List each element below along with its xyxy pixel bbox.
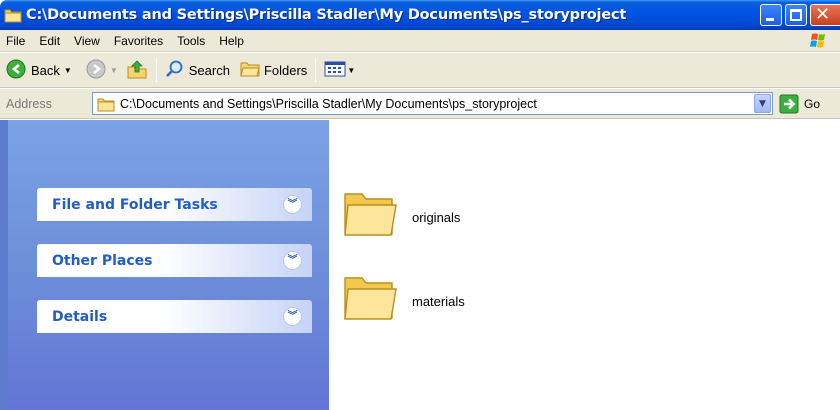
- panel-title: Other Places: [52, 252, 153, 269]
- address-input[interactable]: C:\Documents and Settings\Priscilla Stad…: [120, 97, 537, 111]
- panel-title: Details: [52, 308, 108, 325]
- panel-details[interactable]: Details ︾: [37, 300, 312, 333]
- close-icon: ✕: [815, 4, 831, 25]
- go-arrow-icon: [779, 94, 799, 114]
- back-arrow-icon: [6, 59, 26, 82]
- address-field[interactable]: C:\Documents and Settings\Priscilla Stad…: [92, 92, 773, 115]
- forward-button[interactable]: ▼: [82, 56, 122, 84]
- search-label: Search: [188, 62, 230, 78]
- address-label: Address: [6, 96, 52, 111]
- menu-view[interactable]: View: [67, 34, 107, 48]
- folders-icon: [240, 60, 260, 81]
- menu-file[interactable]: File: [0, 34, 32, 48]
- folder-icon: [342, 272, 398, 325]
- search-icon: [165, 59, 185, 82]
- expand-chevron-icon[interactable]: ︾: [283, 195, 302, 214]
- expand-chevron-icon[interactable]: ︾: [283, 251, 302, 270]
- folder-item-originals[interactable]: originals: [342, 188, 460, 241]
- go-button[interactable]: Go: [779, 94, 820, 114]
- menu-bar: File Edit View Favorites Tools Help: [0, 30, 840, 52]
- menu-favorites[interactable]: Favorites: [107, 34, 170, 48]
- folder-content-area[interactable]: [329, 120, 840, 410]
- address-dropdown-button[interactable]: ▼: [754, 94, 771, 113]
- toolbar: Back ▼ ▼ Search Folders ▼: [0, 53, 840, 88]
- address-folder-icon: [97, 96, 115, 112]
- folder-icon: [4, 7, 22, 23]
- panel-other-places[interactable]: Other Places ︾: [37, 244, 312, 277]
- back-label: Back: [31, 62, 60, 78]
- windows-logo-icon: [806, 32, 832, 50]
- minimize-button[interactable]: [760, 4, 782, 26]
- address-bar: Address C:\Documents and Settings\Prisci…: [0, 89, 840, 119]
- views-button[interactable]: ▼: [320, 56, 359, 84]
- forward-dropdown-icon[interactable]: ▼: [110, 66, 118, 75]
- folder-name: originals: [412, 210, 461, 225]
- minimize-icon: [766, 18, 774, 21]
- panel-title: File and Folder Tasks: [52, 196, 218, 213]
- panel-file-and-folder-tasks[interactable]: File and Folder Tasks ︾: [37, 188, 312, 221]
- up-folder-button[interactable]: [122, 56, 152, 84]
- forward-arrow-icon: [86, 59, 106, 82]
- views-icon: [324, 60, 346, 81]
- folders-label: Folders: [263, 62, 308, 78]
- expand-chevron-icon[interactable]: ︾: [283, 307, 302, 326]
- title-bar[interactable]: C:\Documents and Settings\Priscilla Stad…: [0, 0, 840, 30]
- maximize-button[interactable]: [785, 4, 807, 26]
- go-label: Go: [804, 97, 821, 111]
- menu-tools[interactable]: Tools: [170, 34, 212, 48]
- search-button[interactable]: Search: [161, 56, 234, 84]
- task-pane-edge: [0, 120, 8, 410]
- window-title: C:\Documents and Settings\Priscilla Stad…: [26, 7, 627, 23]
- close-button[interactable]: ✕: [810, 4, 840, 26]
- maximize-icon: [790, 9, 802, 21]
- views-dropdown-icon[interactable]: ▼: [347, 66, 355, 75]
- menu-help[interactable]: Help: [212, 34, 251, 48]
- folders-button[interactable]: Folders: [236, 56, 311, 84]
- folder-icon: [342, 188, 398, 241]
- back-button[interactable]: Back ▼: [2, 56, 76, 84]
- chevron-down-icon: ▼: [759, 98, 766, 109]
- up-folder-icon: [126, 58, 148, 83]
- folder-name: materials: [412, 294, 465, 309]
- toolbar-separator: [155, 58, 157, 82]
- menu-edit[interactable]: Edit: [32, 34, 67, 48]
- folder-item-materials[interactable]: materials: [342, 272, 465, 325]
- back-dropdown-icon[interactable]: ▼: [64, 66, 72, 75]
- toolbar-separator: [315, 58, 317, 82]
